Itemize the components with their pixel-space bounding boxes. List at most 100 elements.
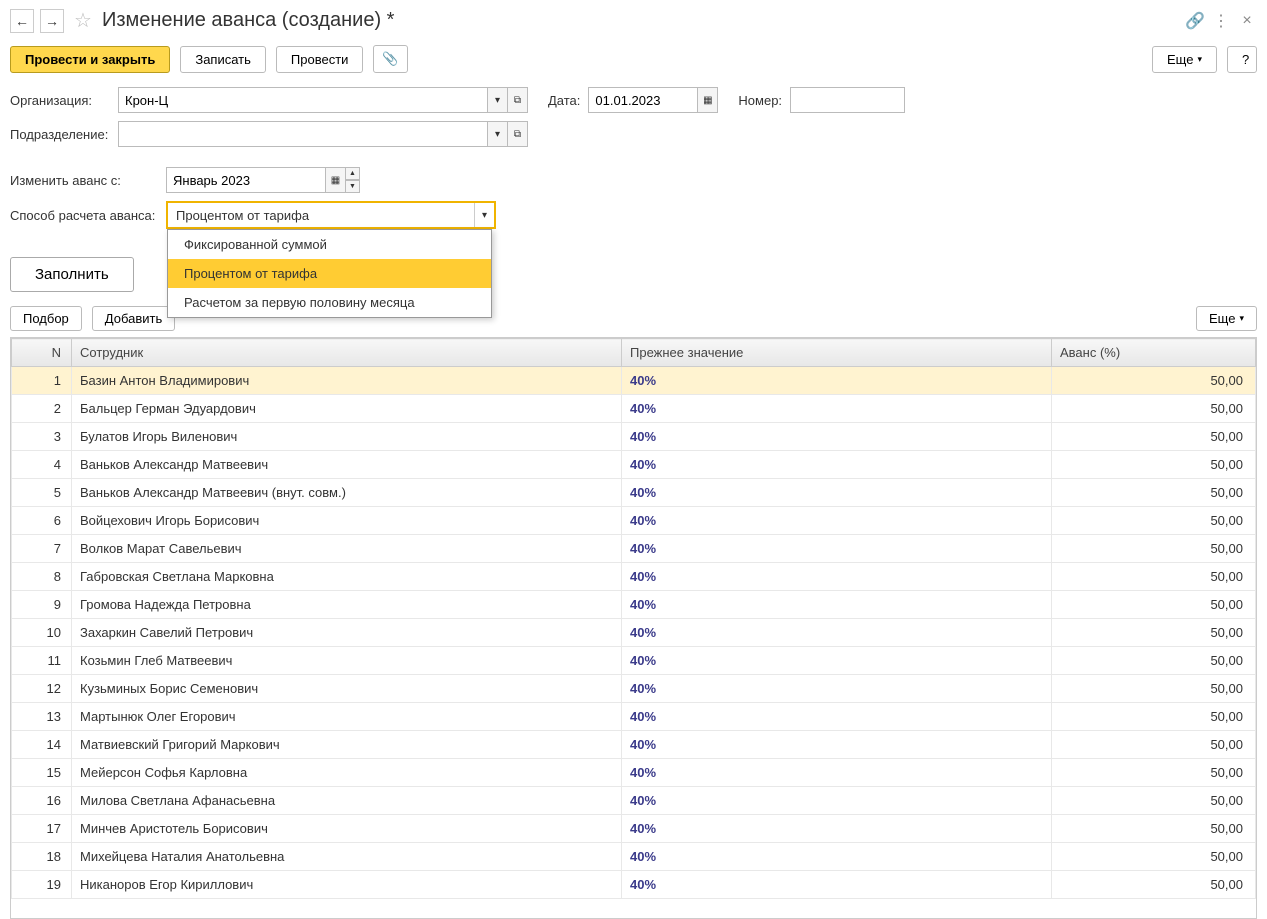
cell-prev: 40%: [622, 647, 1052, 675]
change-from-calendar-button[interactable]: ▦: [326, 167, 346, 193]
table-row[interactable]: 9Громова Надежда Петровна40%50,00: [12, 591, 1256, 619]
cell-prev: 40%: [622, 731, 1052, 759]
link-icon[interactable]: 🔗: [1185, 11, 1205, 31]
change-from-input[interactable]: [166, 167, 326, 193]
change-from-up-button[interactable]: ▲: [346, 167, 360, 180]
close-icon[interactable]: ×: [1237, 11, 1257, 31]
cell-avans: 50,00: [1052, 535, 1256, 563]
cell-n: 18: [12, 843, 72, 871]
cell-avans: 50,00: [1052, 731, 1256, 759]
org-input[interactable]: [118, 87, 488, 113]
post-and-close-button[interactable]: Провести и закрыть: [10, 46, 170, 73]
table-row[interactable]: 7Волков Марат Савельевич40%50,00: [12, 535, 1256, 563]
cell-avans: 50,00: [1052, 871, 1256, 899]
table-row[interactable]: 14Матвиевский Григорий Маркович40%50,00: [12, 731, 1256, 759]
table-row[interactable]: 11Козьмин Глеб Матвеевич40%50,00: [12, 647, 1256, 675]
col-header-avans[interactable]: Аванс (%): [1052, 339, 1256, 367]
table-row[interactable]: 4Ваньков Александр Матвеевич40%50,00: [12, 451, 1256, 479]
cell-prev: 40%: [622, 675, 1052, 703]
org-open-button[interactable]: ⧉: [508, 87, 528, 113]
cell-avans: 50,00: [1052, 843, 1256, 871]
method-select-dropdown-button[interactable]: ▾: [474, 203, 494, 227]
table-row[interactable]: 3Булатов Игорь Виленович40%50,00: [12, 423, 1256, 451]
cell-prev: 40%: [622, 843, 1052, 871]
cell-employee: Мартынюк Олег Егорович: [72, 703, 622, 731]
date-calendar-button[interactable]: ▦: [698, 87, 718, 113]
number-input[interactable]: [790, 87, 905, 113]
table-row[interactable]: 19Никаноров Егор Кириллович40%50,00: [12, 871, 1256, 899]
table-row[interactable]: 2Бальцер Герман Эдуардович40%50,00: [12, 395, 1256, 423]
table-row[interactable]: 18Михейцева Наталия Анатольевна40%50,00: [12, 843, 1256, 871]
table-row[interactable]: 10Захаркин Савелий Петрович40%50,00: [12, 619, 1256, 647]
cell-n: 17: [12, 815, 72, 843]
cell-avans: 50,00: [1052, 647, 1256, 675]
cell-avans: 50,00: [1052, 507, 1256, 535]
select-rows-button[interactable]: Подбор: [10, 306, 82, 331]
cell-avans: 50,00: [1052, 591, 1256, 619]
dept-dropdown-button[interactable]: ▾: [488, 121, 508, 147]
col-header-n[interactable]: N: [12, 339, 72, 367]
org-dropdown-button[interactable]: ▾: [488, 87, 508, 113]
date-input[interactable]: [588, 87, 698, 113]
employee-table-wrapper[interactable]: N Сотрудник Прежнее значение Аванс (%) 1…: [10, 337, 1257, 919]
cell-avans: 50,00: [1052, 451, 1256, 479]
col-header-prev[interactable]: Прежнее значение: [622, 339, 1052, 367]
add-row-button[interactable]: Добавить: [92, 306, 175, 331]
cell-employee: Кузьминых Борис Семенович: [72, 675, 622, 703]
toolbar-more-button[interactable]: Еще ▾: [1152, 46, 1217, 73]
table-row[interactable]: 13Мартынюк Олег Егорович40%50,00: [12, 703, 1256, 731]
table-row[interactable]: 6Войцехович Игорь Борисович40%50,00: [12, 507, 1256, 535]
change-from-down-button[interactable]: ▼: [346, 180, 360, 193]
col-header-employee[interactable]: Сотрудник: [72, 339, 622, 367]
table-row[interactable]: 1Базин Антон Владимирович40%50,00: [12, 367, 1256, 395]
method-option-percent[interactable]: Процентом от тарифа: [168, 259, 491, 288]
cell-n: 10: [12, 619, 72, 647]
calendar-icon: ▦: [703, 95, 712, 106]
chevron-down-icon: ▾: [495, 95, 500, 106]
table-row[interactable]: 8Габровская Светлана Марковна40%50,00: [12, 563, 1256, 591]
save-button[interactable]: Записать: [180, 46, 266, 73]
dept-open-button[interactable]: ⧉: [508, 121, 528, 147]
cell-employee: Захаркин Савелий Петрович: [72, 619, 622, 647]
cell-avans: 50,00: [1052, 367, 1256, 395]
cell-employee: Габровская Светлана Марковна: [72, 563, 622, 591]
method-option-calc[interactable]: Расчетом за первую половину месяца: [168, 288, 491, 317]
cell-avans: 50,00: [1052, 759, 1256, 787]
method-select[interactable]: Процентом от тарифа ▾ Фиксированной сумм…: [166, 201, 496, 229]
favorite-star-icon[interactable]: ☆: [74, 8, 92, 33]
cell-avans: 50,00: [1052, 675, 1256, 703]
cell-employee: Мейерсон Софья Карловна: [72, 759, 622, 787]
cell-employee: Бальцер Герман Эдуардович: [72, 395, 622, 423]
cell-n: 4: [12, 451, 72, 479]
cell-n: 12: [12, 675, 72, 703]
calendar-icon: ▦: [331, 175, 340, 186]
table-more-button[interactable]: Еще ▾: [1196, 306, 1257, 331]
nav-back-button[interactable]: ←: [10, 9, 34, 33]
nav-forward-button[interactable]: →: [40, 9, 64, 33]
table-row[interactable]: 12Кузьминых Борис Семенович40%50,00: [12, 675, 1256, 703]
help-button[interactable]: ?: [1227, 46, 1257, 73]
fill-button[interactable]: Заполнить: [10, 257, 134, 292]
kebab-menu-icon[interactable]: ⋮: [1211, 11, 1231, 31]
cell-avans: 50,00: [1052, 563, 1256, 591]
cell-n: 3: [12, 423, 72, 451]
dept-label: Подразделение:: [10, 127, 110, 142]
cell-prev: 40%: [622, 591, 1052, 619]
cell-prev: 40%: [622, 703, 1052, 731]
cell-avans: 50,00: [1052, 395, 1256, 423]
cell-employee: Базин Антон Владимирович: [72, 367, 622, 395]
method-select-value: Процентом от тарифа: [168, 203, 474, 227]
cell-prev: 40%: [622, 451, 1052, 479]
dept-input[interactable]: [118, 121, 488, 147]
table-row[interactable]: 16Милова Светлана Афанасьевна40%50,00: [12, 787, 1256, 815]
table-row[interactable]: 5Ваньков Александр Матвеевич (внут. совм…: [12, 479, 1256, 507]
table-row[interactable]: 17Минчев Аристотель Борисович40%50,00: [12, 815, 1256, 843]
cell-prev: 40%: [622, 423, 1052, 451]
post-button[interactable]: Провести: [276, 46, 364, 73]
cell-prev: 40%: [622, 787, 1052, 815]
cell-n: 5: [12, 479, 72, 507]
attach-button[interactable]: 📎: [373, 45, 407, 73]
method-option-fixed[interactable]: Фиксированной суммой: [168, 230, 491, 259]
table-row[interactable]: 15Мейерсон Софья Карловна40%50,00: [12, 759, 1256, 787]
cell-avans: 50,00: [1052, 619, 1256, 647]
